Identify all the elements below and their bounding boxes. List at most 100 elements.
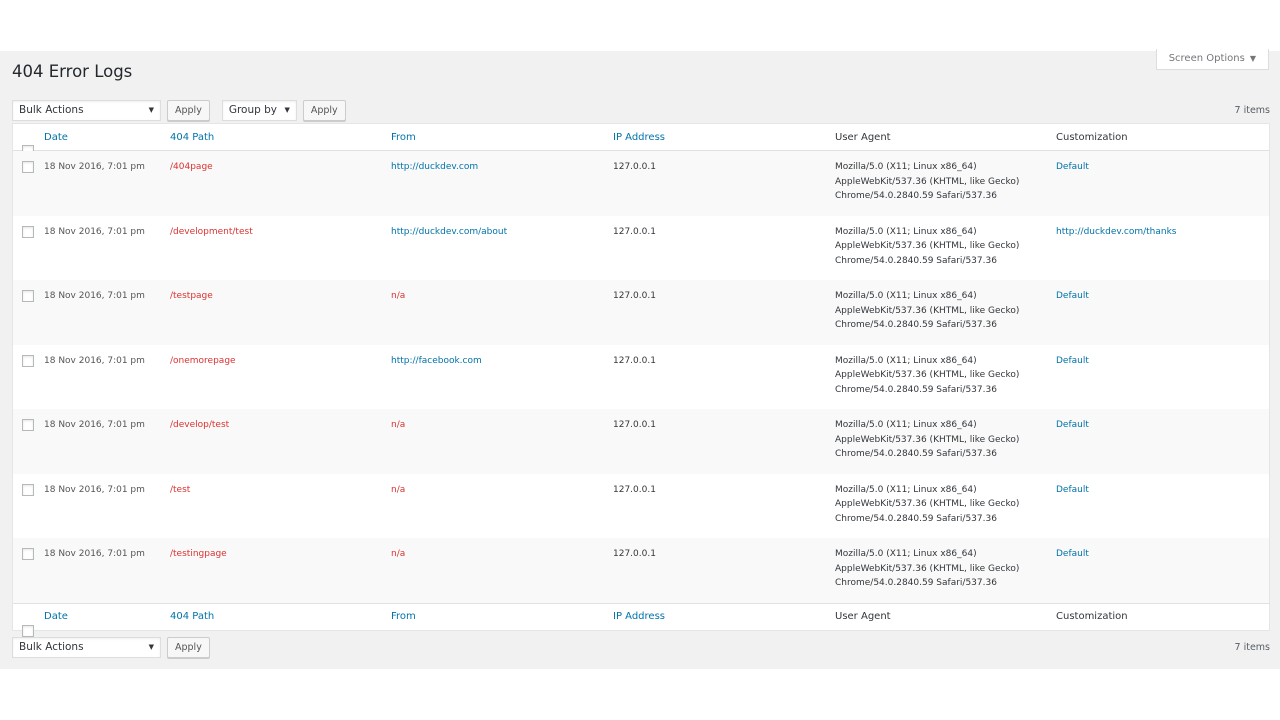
row-from-link[interactable]: http://duckdev.com xyxy=(391,151,613,216)
row-user-agent: Mozilla/5.0 (X11; Linux x86_64) AppleWebK… xyxy=(835,151,1056,216)
row-checkbox-cell xyxy=(13,474,44,539)
column-ip-address[interactable]: IP Address xyxy=(613,611,835,622)
column-from[interactable]: From xyxy=(391,132,613,143)
row-customization-link[interactable]: Default xyxy=(1056,345,1269,410)
row-ip-address: 127.0.0.1 xyxy=(613,162,656,172)
row-checkbox-cell xyxy=(13,151,44,216)
table-row: 18 Nov 2016, 7:01 pm/testingpage n/a 127.0… xyxy=(13,538,1269,603)
row-from: n/a xyxy=(391,484,406,495)
user-agent-line: Mozilla/5.0 (X11; Linux x86_64) xyxy=(835,549,977,559)
row-404-path: /test xyxy=(170,484,191,495)
apply-bulk-button[interactable]: Apply xyxy=(167,636,210,658)
row-ip-address: 127.0.0.1 xyxy=(613,420,656,430)
column-404-path[interactable]: 404 Path xyxy=(170,611,391,622)
screen-options-label: Screen Options xyxy=(1168,53,1245,64)
user-agent-line: Chrome/54.0.2840.59 Safari/537.36 xyxy=(835,320,997,330)
user-agent-line: AppleWebKit/537.36 (KHTML, like Gecko) xyxy=(835,305,1020,316)
column-date[interactable]: Date xyxy=(44,611,170,622)
row-date: 18 Nov 2016, 7:01 pm xyxy=(44,549,145,559)
row-ip-address: 127.0.0.1 xyxy=(613,226,656,237)
row-customization-link[interactable]: Default xyxy=(1056,280,1269,345)
row-checkbox[interactable] xyxy=(22,483,34,496)
error-log-table: Date 404 Path From IP Address User Agent… xyxy=(12,123,1270,637)
user-agent-line: Mozilla/5.0 (X11; Linux x86_64) xyxy=(835,291,977,301)
table-row: 18 Nov 2016, 7:01 pm/test n/a 127.0.0.1 Moz… xyxy=(13,474,1269,539)
row-customization-link[interactable]: Default xyxy=(1056,474,1269,539)
user-agent-line: AppleWebKit/537.36 (KHTML, like Gecko) xyxy=(835,176,1020,187)
table-footer: Date 404 Path From IP Address User Agent… xyxy=(13,602,1269,637)
user-agent-line: AppleWebKit/537.36 (KHTML, like Gecko) xyxy=(835,370,1020,380)
user-agent-line: AppleWebKit/537.36 (KHTML, like Gecko) xyxy=(835,563,1020,574)
user-agent-line: Chrome/54.0.2840.59 Safari/537.36 xyxy=(835,191,997,201)
row-from-link[interactable]: http://duckdev.com/about xyxy=(391,216,613,281)
column-user-agent: User Agent xyxy=(835,131,891,143)
row-date: 18 Nov 2016, 7:01 pm xyxy=(44,226,145,237)
user-agent-line: AppleWebKit/537.36 (KHTML, like Gecko) xyxy=(835,434,1020,445)
table-row: 18 Nov 2016, 7:01 pm/testpage n/a 127.0.0.… xyxy=(13,280,1269,345)
row-checkbox-cell xyxy=(13,280,44,345)
apply-bulk-button[interactable]: Apply xyxy=(167,99,210,121)
user-agent-line: Chrome/54.0.2840.59 Safari/537.36 xyxy=(835,255,997,266)
user-agent-line: Mozilla/5.0 (X11; Linux x86_64) xyxy=(835,420,977,430)
row-ip-address: 127.0.0.1 xyxy=(613,291,656,301)
tablenav-bottom: Bulk Actions ▼ Apply 7 items xyxy=(12,635,1270,659)
column-404-path[interactable]: 404 Path xyxy=(170,132,391,143)
table-row: 18 Nov 2016, 7:01 pm/404page http://duckd… xyxy=(13,151,1269,216)
group-by-select[interactable]: Group by ▼ xyxy=(221,99,297,121)
caret-down-icon: ▼ xyxy=(1249,54,1256,63)
bulk-actions-select[interactable]: Bulk Actions ▼ xyxy=(12,636,161,658)
row-customization-link[interactable]: http://duckdev.com/thanks xyxy=(1056,216,1269,281)
column-from[interactable]: From xyxy=(391,611,613,622)
chevron-down-icon: ▼ xyxy=(148,643,154,651)
user-agent-line: Chrome/54.0.2840.59 Safari/537.36 xyxy=(835,513,997,524)
row-user-agent: Mozilla/5.0 (X11; Linux x86_64) AppleWebK… xyxy=(835,280,1056,345)
user-agent-line: Mozilla/5.0 (X11; Linux x86_64) xyxy=(835,355,977,366)
row-checkbox-cell xyxy=(13,538,44,603)
row-checkbox[interactable] xyxy=(22,354,34,367)
table-row: 18 Nov 2016, 7:01 pm/development/test htt… xyxy=(13,216,1269,281)
row-user-agent: Mozilla/5.0 (X11; Linux x86_64) AppleWebK… xyxy=(835,538,1056,603)
apply-group-button[interactable]: Apply xyxy=(302,99,346,121)
row-checkbox[interactable] xyxy=(22,161,34,173)
screen-options-toggle[interactable]: Screen Options ▼ xyxy=(1155,49,1269,70)
user-agent-line: Mozilla/5.0 (X11; Linux x86_64) xyxy=(835,162,977,172)
row-checkbox[interactable] xyxy=(22,419,34,431)
table-row: 18 Nov 2016, 7:01 pm/onemorepage http://f… xyxy=(13,345,1269,410)
user-agent-line: Chrome/54.0.2840.59 Safari/537.36 xyxy=(835,384,997,395)
row-404-path: /onemorepage xyxy=(170,355,236,366)
row-date: 18 Nov 2016, 7:01 pm xyxy=(44,484,145,495)
column-ip-address[interactable]: IP Address xyxy=(613,132,835,143)
row-customization-link[interactable]: Default xyxy=(1056,151,1269,216)
row-date: 18 Nov 2016, 7:01 pm xyxy=(44,291,145,301)
column-date[interactable]: Date xyxy=(44,132,170,143)
row-checkbox[interactable] xyxy=(22,225,34,238)
user-agent-line: Chrome/54.0.2840.59 Safari/537.36 xyxy=(835,449,997,459)
column-user-agent: User Agent xyxy=(835,611,891,622)
table-body: 18 Nov 2016, 7:01 pm/404page http://duckd… xyxy=(13,151,1269,603)
row-customization-link[interactable]: Default xyxy=(1056,409,1269,474)
row-user-agent: Mozilla/5.0 (X11; Linux x86_64) AppleWebK… xyxy=(835,474,1056,539)
row-checkbox-cell xyxy=(13,216,44,281)
row-from: n/a xyxy=(391,549,406,559)
group-by-value: Group by xyxy=(228,104,278,116)
page-title: 404 Error Logs xyxy=(12,62,133,81)
row-from: n/a xyxy=(391,291,406,301)
row-404-path: /testingpage xyxy=(170,549,227,559)
user-agent-line: AppleWebKit/537.36 (KHTML, like Gecko) xyxy=(835,499,1020,509)
row-404-path: /testpage xyxy=(170,291,213,301)
row-customization-link[interactable]: Default xyxy=(1056,538,1269,603)
row-checkbox[interactable] xyxy=(22,548,34,560)
row-checkbox-cell xyxy=(13,409,44,474)
row-ip-address: 127.0.0.1 xyxy=(613,484,656,495)
bulk-actions-value: Bulk Actions xyxy=(19,104,84,116)
user-agent-line: Chrome/54.0.2840.59 Safari/537.36 xyxy=(835,578,997,588)
row-user-agent: Mozilla/5.0 (X11; Linux x86_64) AppleWebK… xyxy=(835,409,1056,474)
row-checkbox[interactable] xyxy=(22,290,34,302)
admin-content: Screen Options ▼ 404 Error Logs Bulk Act… xyxy=(0,49,1280,669)
row-checkbox-cell xyxy=(13,345,44,410)
table-row: 18 Nov 2016, 7:01 pm/develop/test n/a 127.… xyxy=(13,409,1269,474)
row-from-link[interactable]: http://facebook.com xyxy=(391,345,613,410)
column-customization: Customization xyxy=(1056,131,1128,143)
bulk-actions-select[interactable]: Bulk Actions ▼ xyxy=(12,99,161,121)
row-user-agent: Mozilla/5.0 (X11; Linux x86_64) AppleWebK… xyxy=(835,345,1056,410)
